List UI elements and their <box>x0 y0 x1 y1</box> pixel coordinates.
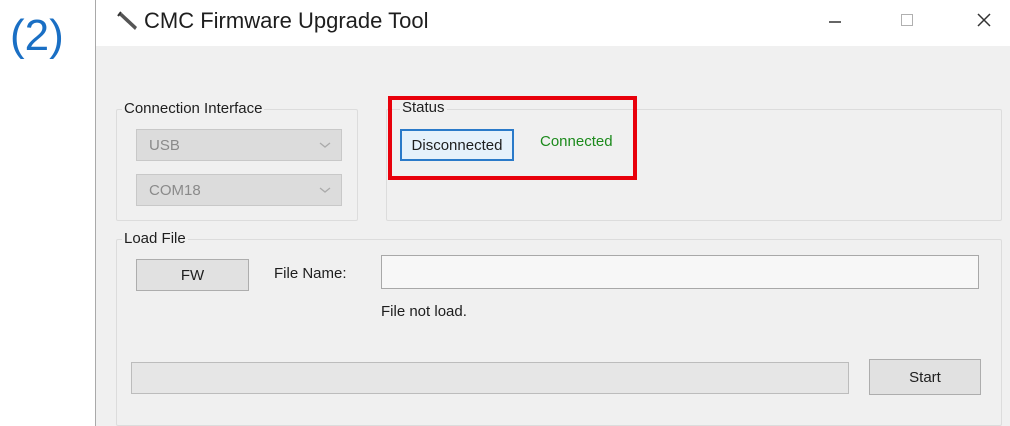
highlight-annotation-box <box>388 96 637 180</box>
file-name-label: File Name: <box>274 265 347 282</box>
app-window: CMC Firmware Upgrade Tool Connection Int… <box>95 0 1010 426</box>
minimize-icon <box>829 21 841 23</box>
upload-progress-bar <box>131 362 849 394</box>
file-name-field[interactable] <box>381 255 979 289</box>
chevron-down-icon <box>319 187 331 193</box>
interface-select-value: USB <box>149 137 180 154</box>
file-load-message: File not load. <box>381 303 467 320</box>
minimize-button[interactable] <box>809 0 861 40</box>
close-icon <box>977 13 991 27</box>
chevron-down-icon <box>319 142 331 148</box>
connection-interface-title: Connection Interface <box>122 100 265 117</box>
title-bar: CMC Firmware Upgrade Tool <box>96 0 1010 46</box>
fw-button[interactable]: FW <box>136 259 249 291</box>
maximize-icon <box>901 14 913 26</box>
window-title: CMC Firmware Upgrade Tool <box>144 8 429 33</box>
step-label: (2) <box>10 11 64 60</box>
port-select[interactable]: COM18 <box>136 174 342 206</box>
interface-select[interactable]: USB <box>136 129 342 161</box>
load-file-title: Load File <box>122 230 188 247</box>
maximize-button[interactable] <box>881 0 933 40</box>
wrench-icon <box>117 11 137 30</box>
close-button[interactable] <box>958 0 1010 40</box>
port-select-value: COM18 <box>149 182 201 199</box>
start-button[interactable]: Start <box>869 359 981 395</box>
